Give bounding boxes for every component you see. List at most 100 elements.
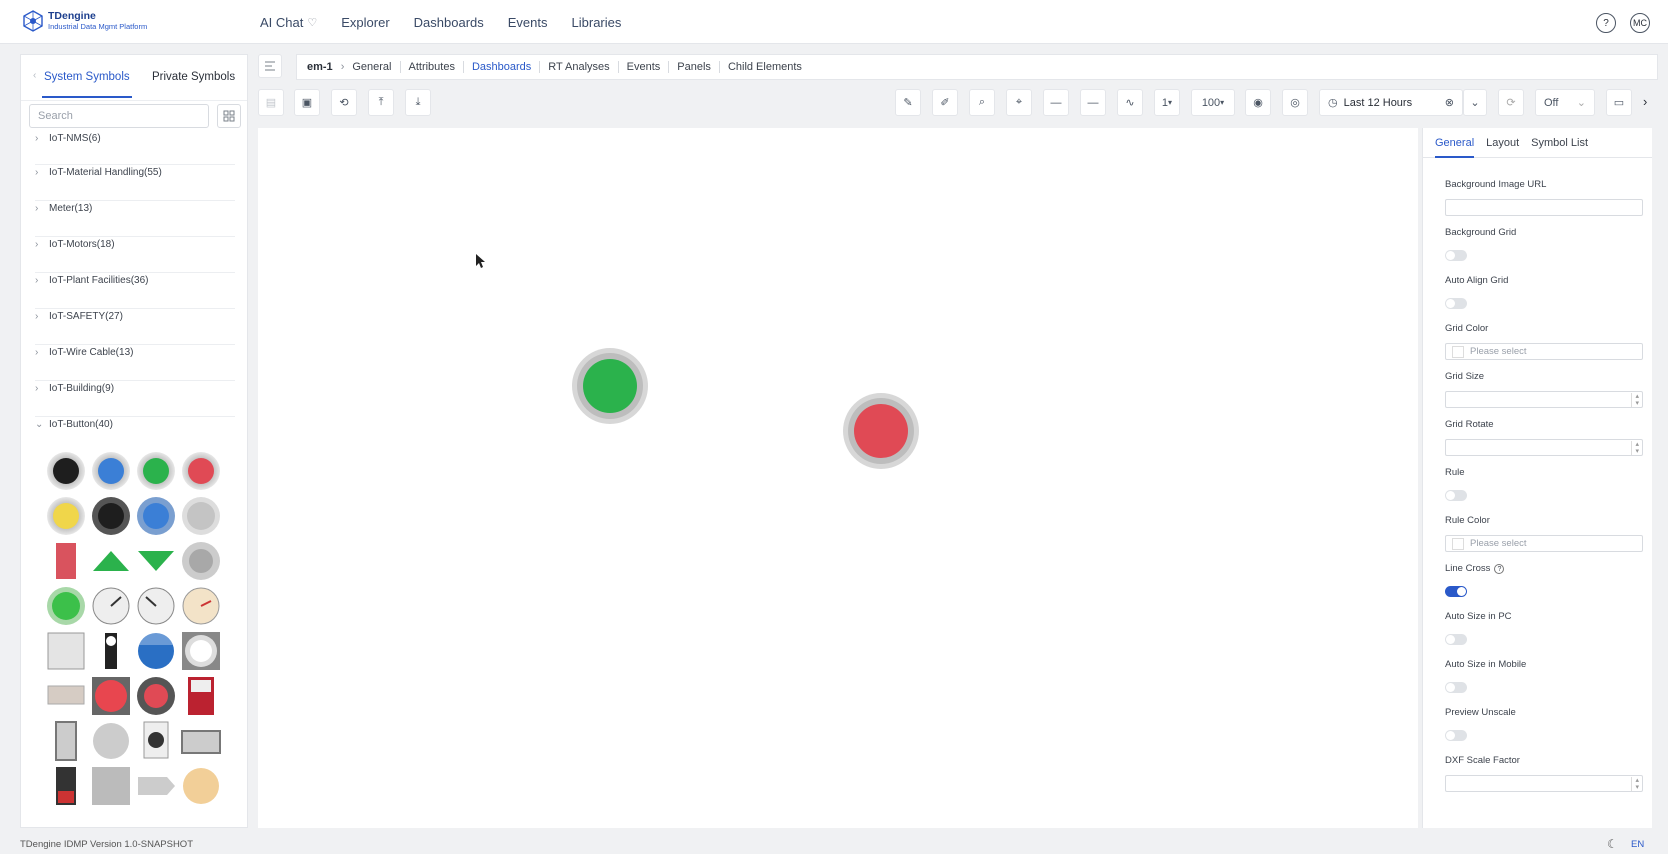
preview-unscale-toggle[interactable] [1445,730,1467,741]
blue-knob-symbol[interactable] [137,497,175,535]
dial-symbol[interactable] [182,587,220,625]
nav-ai-chat[interactable]: AI Chat ♡ [260,15,317,30]
auto-align-grid-toggle[interactable] [1445,298,1467,309]
breadcrumb-root[interactable]: em-1 [307,61,333,73]
tab-system-symbols[interactable]: System Symbols [42,71,132,98]
vertical-switch-symbol[interactable] [55,721,77,761]
location-button[interactable]: ⌖ [1006,89,1032,116]
dash-button[interactable]: — [1080,89,1106,116]
help-icon[interactable]: ? [1596,13,1616,33]
red-button-element[interactable] [843,393,919,469]
edit-button[interactable]: ✐ [932,89,958,116]
time-range-picker[interactable]: ◷ Last 12 Hours ⊗ [1319,89,1463,116]
category-item[interactable]: › IoT-NMS(6) [35,133,235,165]
silver-dome-symbol[interactable] [93,723,129,759]
category-item[interactable]: › IoT-Building(9) [35,381,235,417]
collapse-menu-button[interactable] [258,54,282,78]
nav-libraries[interactable]: Libraries [572,15,622,30]
curve-button[interactable]: ∿ [1117,89,1143,116]
app-logo[interactable]: TDengine Industrial Data Mgmt Platform [22,10,147,32]
red-indicator-symbol[interactable] [92,677,130,715]
silver-button-symbol[interactable] [182,497,220,535]
tab-general[interactable]: General [1435,137,1475,158]
save-button[interactable]: ▣ [294,89,320,116]
chevron-left-icon[interactable]: ‹ [33,70,36,81]
folder-button[interactable]: ▭ [1606,89,1632,116]
clear-icon[interactable]: ⊗ [1445,96,1454,109]
category-item[interactable]: › IoT-SAFETY(27) [35,309,235,345]
tab-rt-analyses[interactable]: RT Analyses [548,61,609,73]
line-button[interactable]: — [1043,89,1069,116]
red-button-symbol[interactable] [182,452,220,490]
time-range-dropdown[interactable]: ⌄ [1463,89,1487,116]
category-item[interactable]: › IoT-Material Handling(55) [35,165,235,201]
page-button[interactable]: ▤ [258,89,284,116]
stepper-icon[interactable]: ▴ ▾ [1631,776,1642,791]
symbol-search-input[interactable]: Search [29,104,209,128]
zoom-select[interactable]: 100 ▾ [1191,89,1235,116]
grid-rotate-input[interactable]: ▴ ▾ [1445,439,1643,456]
record-button[interactable]: ◉ [1245,89,1271,116]
gauge-symbol[interactable] [92,587,130,625]
language-switch[interactable]: EN [1631,839,1644,850]
chevron-right-icon[interactable]: › [231,70,234,81]
dark-knob-symbol[interactable] [92,497,130,535]
user-avatar[interactable]: MC [1630,13,1650,33]
auto-size-mobile-toggle[interactable] [1445,682,1467,693]
upload-button[interactable]: ⤒ [368,89,394,116]
moon-icon[interactable]: ☾ [1607,837,1618,851]
up-triangle-symbol[interactable] [93,551,129,571]
silver-knob-symbol[interactable] [182,542,220,580]
grid-size-input[interactable]: ▴ ▾ [1445,391,1643,408]
stepper-icon[interactable]: ▴ ▾ [1631,440,1642,455]
blue-dome-symbol[interactable] [138,633,174,669]
tab-attributes[interactable]: Attributes [409,61,455,73]
gauge-symbol[interactable] [137,587,175,625]
ring-button-symbol[interactable] [182,632,220,670]
down-triangle-symbol[interactable] [138,551,174,571]
dashboard-canvas[interactable] [258,128,1418,828]
green-button-element[interactable] [572,348,648,424]
chevron-right-icon[interactable]: › [1643,94,1647,109]
grid-color-select[interactable]: Please select [1445,343,1643,360]
refresh-button[interactable]: ⟲ [331,89,357,116]
green-button-symbol[interactable] [137,452,175,490]
yellow-button-symbol[interactable] [47,497,85,535]
red-knob-symbol[interactable] [137,677,175,715]
background-grid-toggle[interactable] [1445,250,1467,261]
selector-switch-symbol[interactable] [143,721,169,759]
blue-button-symbol[interactable] [92,452,130,490]
red-rect-symbol[interactable] [56,543,76,579]
download-button[interactable]: ⤓ [405,89,431,116]
tab-panels[interactable]: Panels [677,61,711,73]
panel-symbol[interactable] [47,632,85,670]
tab-dashboards[interactable]: Dashboards [472,61,531,73]
sync-button[interactable]: ⟳ [1498,89,1524,116]
beige-button-symbol[interactable] [183,768,219,804]
tab-events[interactable]: Events [627,61,661,73]
category-item[interactable]: › IoT-Motors(18) [35,237,235,273]
category-item-expanded[interactable]: ⌄ IoT-Button(40) [35,417,235,453]
refresh-interval-select[interactable]: Off ⌄ [1535,89,1595,116]
tab-private-symbols[interactable]: Private Symbols [152,71,235,83]
category-item[interactable]: › IoT-Wire Cable(13) [35,345,235,381]
dxf-scale-factor-input[interactable]: ▴ ▾ [1445,775,1643,792]
tab-layout[interactable]: Layout [1486,137,1519,149]
rule-color-select[interactable]: Please select [1445,535,1643,552]
striped-panel-symbol[interactable] [92,767,130,805]
nav-events[interactable]: Events [508,15,548,30]
black-button-symbol[interactable] [47,452,85,490]
rule-toggle[interactable] [1445,490,1467,501]
arrow-tag-symbol[interactable] [138,777,175,795]
green-lamp-symbol[interactable] [47,587,85,625]
target-button[interactable]: ◎ [1282,89,1308,116]
search-button[interactable]: ⌕ [969,89,995,116]
category-item[interactable]: › Meter(13) [35,201,235,237]
pen-button[interactable]: ✎ [895,89,921,116]
tab-general[interactable]: General [352,61,391,73]
grid-view-button[interactable] [217,104,241,128]
nav-explorer[interactable]: Explorer [341,15,389,30]
flag-switch-symbol[interactable] [56,767,76,805]
tab-child-elements[interactable]: Child Elements [728,61,802,73]
background-image-url-input[interactable] [1445,199,1643,216]
